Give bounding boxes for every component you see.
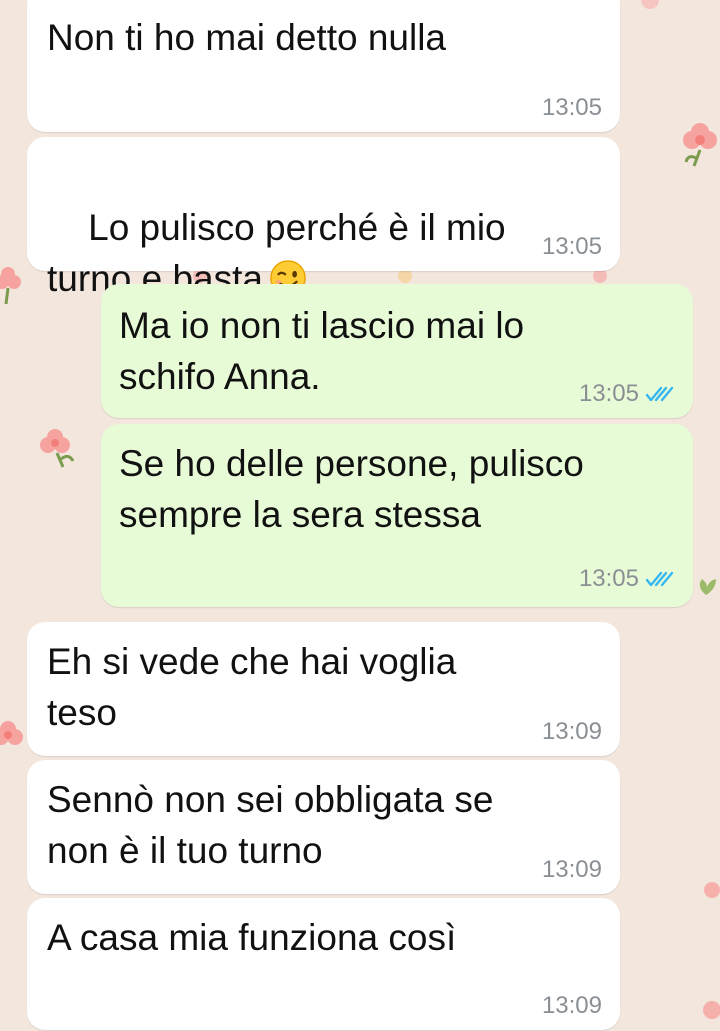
message-text: A casa mia funziona così bbox=[47, 917, 457, 958]
message-text: Se ho delle persone, pulisco sempre la s… bbox=[119, 443, 584, 535]
message-timestamp: 13:09 bbox=[541, 992, 602, 1019]
flower-doodle-icon bbox=[683, 123, 717, 167]
message-meta: 13:05 bbox=[579, 565, 675, 593]
message-meta: 13:09 bbox=[542, 718, 602, 746]
flower-doodle-icon bbox=[641, 0, 659, 9]
incoming-message-bubble[interactable]: Lo pulisco perché è il mio turno e basta… bbox=[27, 137, 620, 299]
message-meta: 13:05 bbox=[542, 94, 602, 122]
dot-doodle-icon bbox=[704, 882, 720, 898]
message-meta: 13:09 bbox=[542, 992, 602, 1020]
message-text: Sennò non sei obbligata se non è il tuo … bbox=[47, 779, 494, 871]
leaf-doodle-icon bbox=[699, 579, 716, 595]
outgoing-message-bubble[interactable]: Ma io non ti lascio mai lo schifo Anna. … bbox=[101, 284, 693, 418]
flower-doodle-icon bbox=[40, 429, 75, 468]
outgoing-message-bubble[interactable]: Se ho delle persone, pulisco sempre la s… bbox=[101, 424, 693, 607]
message-text: Eh si vede che hai voglia teso bbox=[47, 641, 457, 733]
message-timestamp: 13:05 bbox=[578, 380, 639, 407]
read-double-check-icon bbox=[645, 386, 674, 402]
incoming-message-bubble[interactable]: Sennò non sei obbligata se non è il tuo … bbox=[27, 760, 620, 894]
message-timestamp: 13:05 bbox=[578, 565, 639, 592]
message-text: Non ti ho mai detto nulla bbox=[47, 17, 447, 58]
dot-doodle-icon bbox=[703, 1001, 720, 1019]
incoming-message-bubble[interactable]: A casa mia funziona così 13:09 bbox=[27, 898, 620, 1030]
read-double-check-icon bbox=[645, 571, 674, 587]
flower-doodle-icon bbox=[0, 267, 21, 305]
incoming-message-bubble[interactable]: Eh si vede che hai voglia teso 13:09 bbox=[27, 622, 620, 756]
message-meta: 13:05 bbox=[579, 380, 675, 408]
message-meta: 13:05 bbox=[542, 233, 602, 261]
message-timestamp: 13:05 bbox=[541, 233, 602, 260]
message-meta: 13:09 bbox=[542, 856, 602, 884]
message-timestamp: 13:09 bbox=[541, 856, 602, 883]
incoming-message-bubble[interactable]: Non ti ho mai detto nulla 13:05 bbox=[27, 0, 620, 132]
message-timestamp: 13:05 bbox=[541, 94, 602, 121]
message-timestamp: 13:09 bbox=[541, 718, 602, 745]
flower-doodle-icon bbox=[0, 721, 23, 745]
